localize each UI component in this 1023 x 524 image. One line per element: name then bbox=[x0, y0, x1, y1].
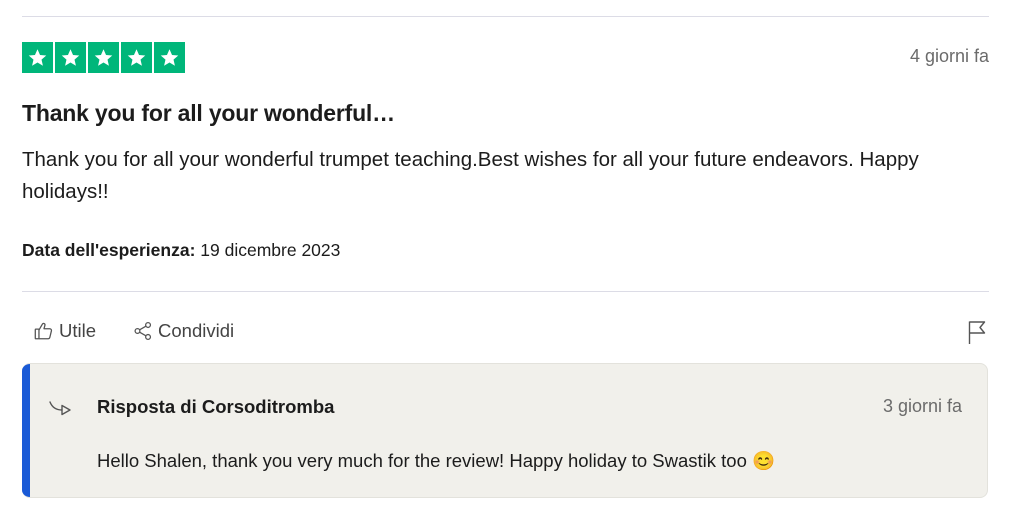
star-rating bbox=[22, 42, 185, 73]
review-date: 4 giorni fa bbox=[909, 46, 989, 66]
experience-date-value: 19 dicembre 2023 bbox=[200, 240, 341, 260]
review-body: Thank you for all your wonderful trumpet… bbox=[22, 148, 919, 203]
flag-icon bbox=[965, 321, 989, 349]
company-reply: Risposta di Corsoditromba 3 giorni fa He… bbox=[22, 363, 988, 498]
useful-label: Utile bbox=[59, 320, 97, 341]
actions-divider bbox=[22, 291, 989, 292]
star-icon bbox=[22, 42, 53, 73]
star-icon bbox=[55, 42, 86, 73]
review-actions: Utile Condividi bbox=[33, 320, 234, 342]
reply-arrow-icon bbox=[48, 398, 74, 423]
report-flag-button[interactable] bbox=[965, 319, 989, 350]
useful-button[interactable]: Utile bbox=[33, 320, 96, 342]
share-button[interactable]: Condividi bbox=[132, 320, 234, 342]
reply-author: Risposta di Corsoditromba bbox=[97, 396, 335, 417]
reply-text: Hello Shalen, thank you very much for th… bbox=[97, 450, 776, 471]
thumbs-up-icon bbox=[33, 320, 55, 342]
review-title: Thank you for all your wonderful… bbox=[22, 100, 395, 126]
experience-date: Data dell'esperienza: 19 dicembre 2023 bbox=[22, 240, 340, 261]
share-icon bbox=[132, 320, 154, 342]
share-label: Condividi bbox=[158, 320, 235, 341]
top-divider bbox=[22, 16, 989, 17]
reply-accent-bar bbox=[22, 364, 30, 497]
experience-date-label: Data dell'esperienza: bbox=[22, 240, 196, 260]
reply-date: 3 giorni fa bbox=[882, 396, 962, 416]
star-icon bbox=[154, 42, 185, 73]
star-icon bbox=[88, 42, 119, 73]
star-icon bbox=[121, 42, 152, 73]
